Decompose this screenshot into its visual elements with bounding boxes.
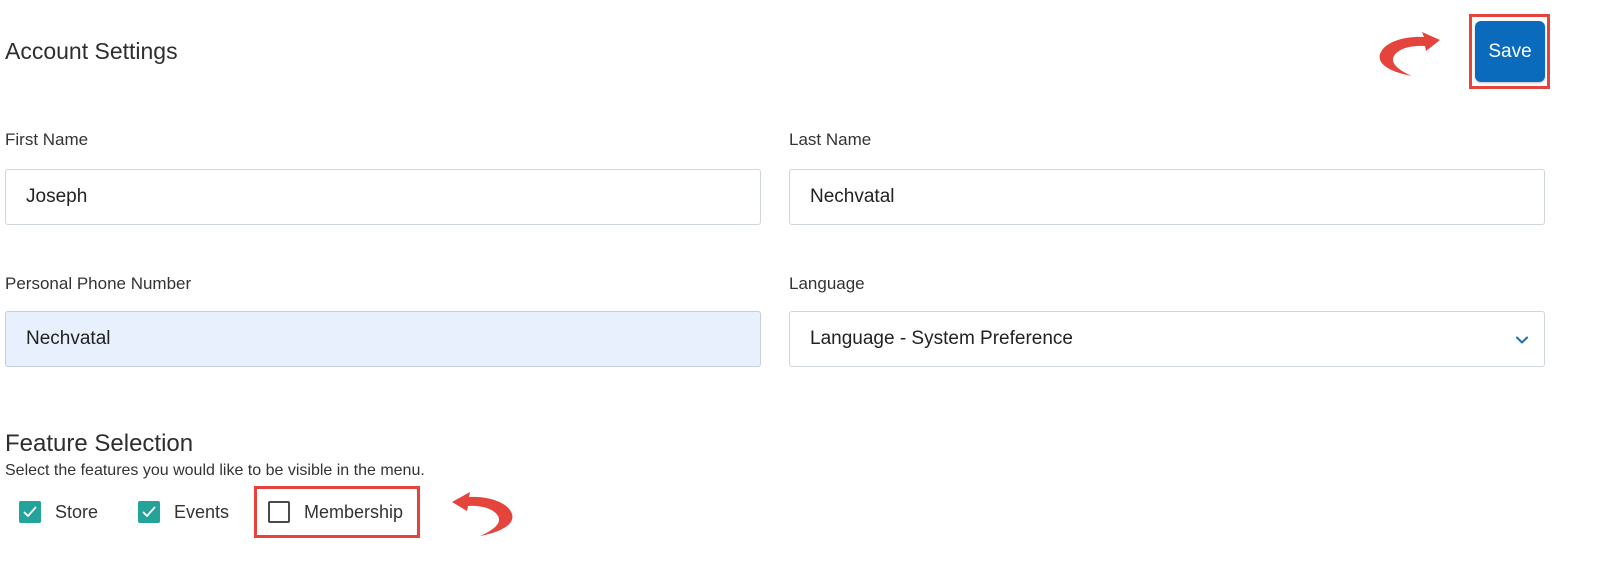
feature-membership-label: Membership — [304, 501, 404, 522]
feature-selection-description: Select the features you would like to be… — [5, 462, 425, 479]
last-name-value: Nechvatal — [810, 186, 895, 207]
last-name-label: Last Name — [789, 130, 872, 149]
save-button[interactable]: Save — [1475, 21, 1545, 82]
language-label: Language — [789, 274, 865, 293]
feature-membership-checkbox[interactable]: Membership — [268, 497, 403, 527]
first-name-value: Joseph — [26, 186, 88, 207]
check-icon — [142, 506, 156, 517]
language-select[interactable]: Language - System Preference — [789, 311, 1545, 367]
check-icon — [23, 506, 37, 517]
feature-selection-title: Feature Selection — [5, 430, 194, 457]
first-name-label: First Name — [5, 130, 89, 149]
feature-store-checkbox[interactable]: Store — [19, 497, 98, 527]
page-title: Account Settings — [5, 38, 178, 64]
first-name-input[interactable]: Joseph — [5, 169, 761, 225]
feature-events-checkbox[interactable]: Events — [138, 497, 229, 527]
last-name-input[interactable]: Nechvatal — [789, 169, 1545, 225]
phone-value: Nechvatal — [26, 328, 111, 349]
phone-input[interactable]: Nechvatal — [5, 311, 761, 367]
checkbox-checked[interactable] — [138, 501, 160, 523]
checkbox-checked[interactable] — [19, 501, 41, 523]
chevron-down-icon — [1516, 336, 1528, 344]
phone-label: Personal Phone Number — [5, 274, 192, 293]
curved-arrow-icon — [1379, 32, 1440, 76]
curved-arrow-icon — [452, 492, 513, 536]
language-value: Language - System Preference — [810, 328, 1073, 349]
feature-events-label: Events — [174, 501, 230, 522]
checkbox-unchecked[interactable] — [268, 501, 290, 523]
feature-store-label: Store — [55, 501, 99, 522]
